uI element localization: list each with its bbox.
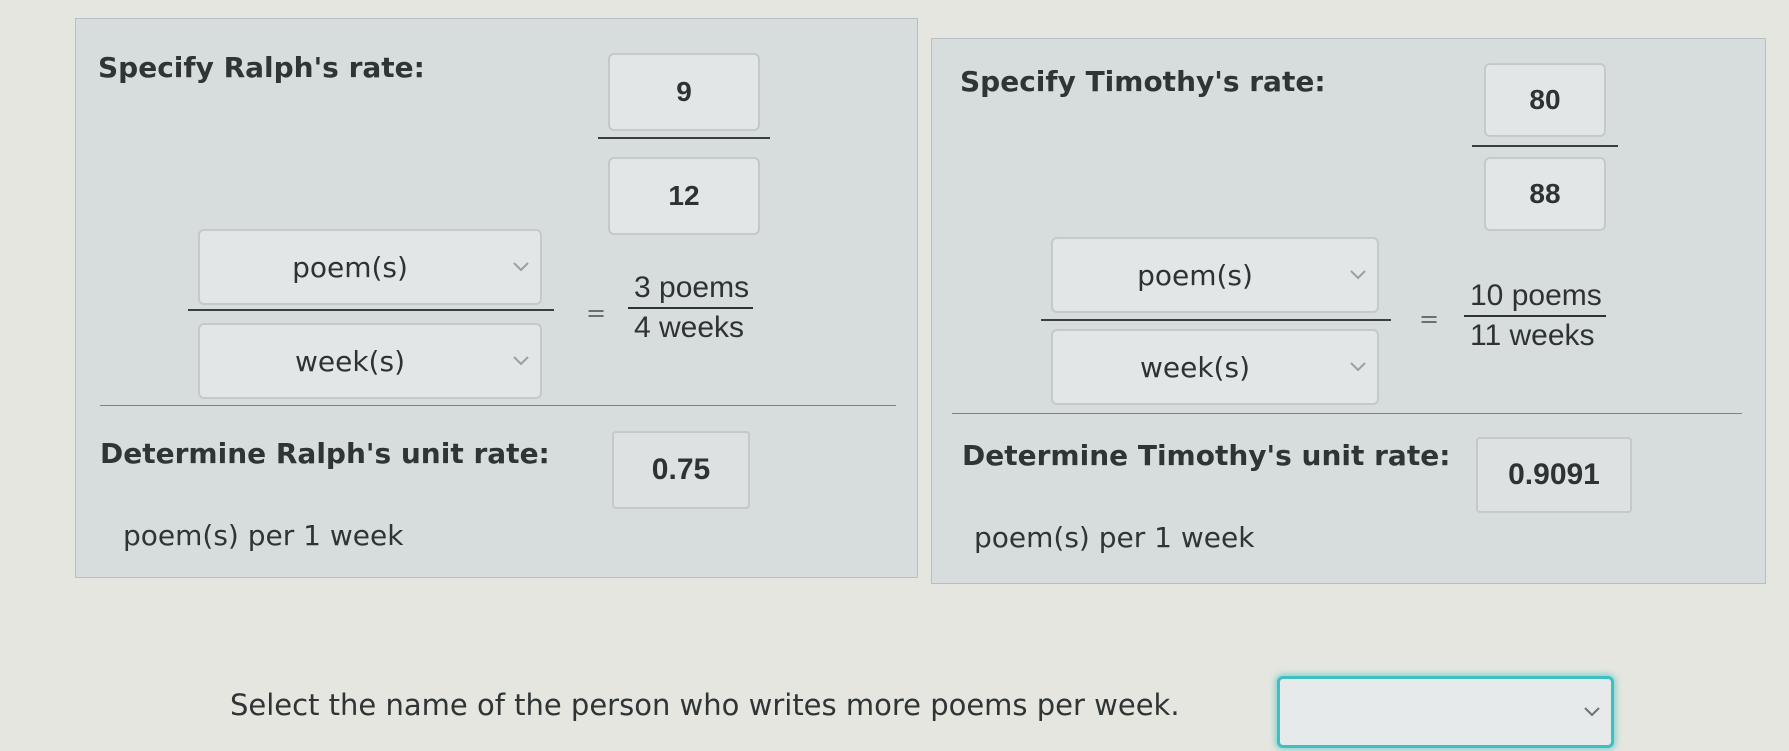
ralph-unit-numerator-select[interactable]: poem(s) (198, 229, 542, 305)
ralph-unit-denominator-value: week(s) (294, 344, 405, 378)
ralph-fraction-bar (598, 137, 770, 139)
ralph-unit-rate-label: Determine Ralph's unit rate: (100, 437, 550, 470)
chevron-down-icon (1350, 362, 1366, 372)
timothy-unit-rate-suffix: poem(s) per 1 week (974, 521, 1255, 554)
question-text: Select the name of the person who writes… (230, 688, 1180, 722)
ralph-numerator-input[interactable]: 9 (608, 53, 760, 131)
timothy-numerator-input[interactable]: 80 (1484, 63, 1606, 137)
ralph-unit-rate-suffix: poem(s) per 1 week (123, 519, 404, 552)
timothy-panel: Specify Timothy's rate: 80 88 poem(s) we… (931, 38, 1766, 584)
timothy-unit-denominator-select[interactable]: week(s) (1051, 329, 1379, 405)
chevron-down-icon (513, 356, 529, 366)
timothy-fraction-bar (1472, 145, 1618, 147)
ralph-given-rate: 3 poems 4 weeks (628, 271, 754, 345)
timothy-rate-heading: Specify Timothy's rate: (960, 65, 1326, 98)
timothy-equals-sign: = (1419, 305, 1440, 333)
timothy-unit-numerator-select[interactable]: poem(s) (1051, 237, 1379, 313)
ralph-given-numerator: 3 poems (628, 271, 754, 309)
timothy-unit-rate-input[interactable]: 0.9091 (1476, 437, 1632, 513)
timothy-denominator-input[interactable]: 88 (1484, 157, 1606, 231)
timothy-given-rate: 10 poems 11 weeks (1464, 279, 1606, 353)
ralph-unit-numerator-value: poem(s) (292, 250, 408, 284)
timothy-unit-fraction-bar (1041, 319, 1391, 321)
timothy-unit-denominator-value: week(s) (1139, 350, 1250, 384)
ralph-given-denominator: 4 weeks (634, 311, 745, 344)
chevron-down-icon (1584, 707, 1600, 717)
person-select[interactable] (1277, 676, 1614, 748)
ralph-denominator-input[interactable]: 12 (608, 157, 760, 235)
timothy-section-divider (952, 413, 1742, 414)
ralph-equals-sign: = (586, 299, 607, 327)
timothy-unit-numerator-value: poem(s) (1137, 258, 1253, 292)
chevron-down-icon (513, 262, 529, 272)
ralph-unit-rate-input[interactable]: 0.75 (612, 431, 750, 509)
ralph-section-divider (100, 405, 896, 406)
timothy-given-numerator: 10 poems (1464, 279, 1606, 317)
timothy-unit-rate-label: Determine Timothy's unit rate: (962, 439, 1451, 472)
ralph-panel: Specify Ralph's rate: 9 12 poem(s) week(… (75, 18, 918, 578)
chevron-down-icon (1350, 270, 1366, 280)
ralph-unit-fraction-bar (188, 309, 554, 311)
person-select-value (1280, 679, 1571, 745)
timothy-given-denominator: 11 weeks (1470, 319, 1595, 352)
ralph-unit-denominator-select[interactable]: week(s) (198, 323, 542, 399)
ralph-rate-heading: Specify Ralph's rate: (98, 51, 425, 84)
